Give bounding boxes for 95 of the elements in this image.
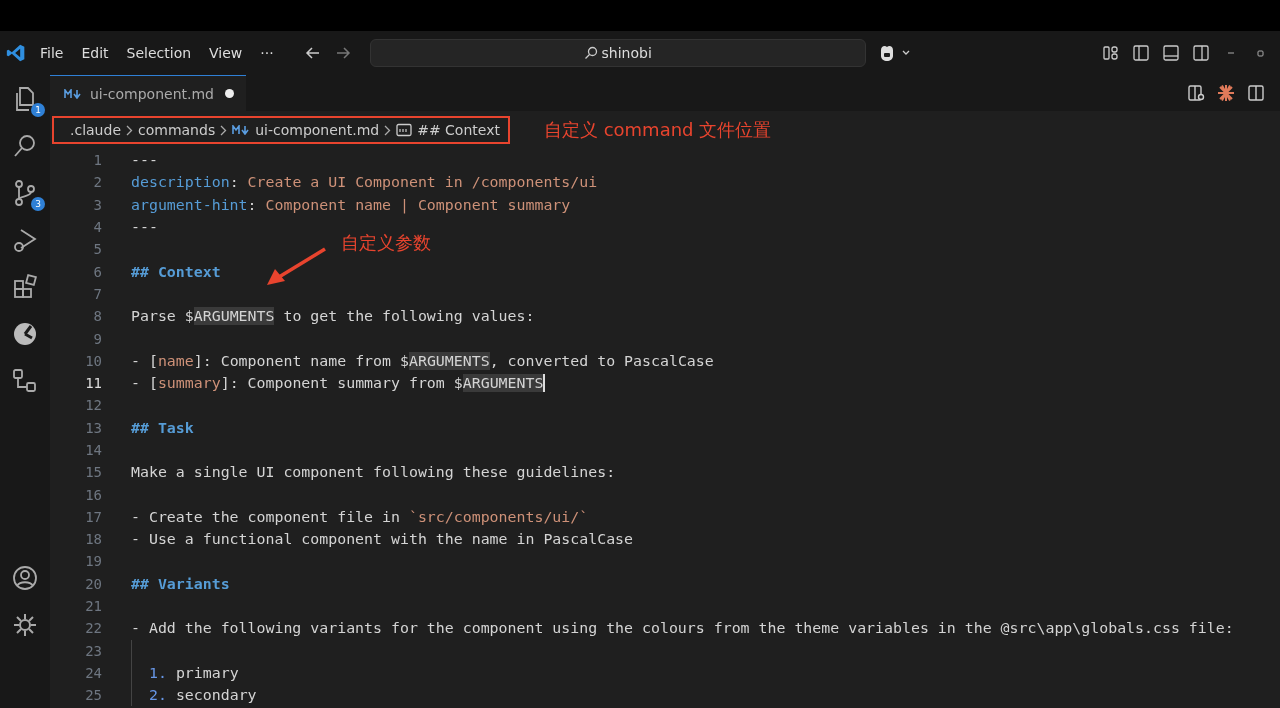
code-text: - Use a functional component with the name in PascalCase [131,530,634,549]
line-number: 17 [84,508,102,525]
code-text: : [247,195,258,214]
line-number: 1 [92,152,102,169]
code-text: : [229,173,240,192]
editor-logo-icon [6,43,26,63]
menu-item[interactable]: Selection [126,45,192,61]
split-editor-icon[interactable] [1246,83,1266,103]
code-text: , converted to PascalCase [489,351,714,370]
account-icon[interactable] [11,564,39,592]
count-badge: 1 [31,103,45,117]
menu-item[interactable]: View [209,45,243,61]
highlighted-word: ARGUMENTS [462,374,544,393]
menu-item[interactable]: Edit [81,45,109,61]
front-matter-value: Create a UI Component in /components/ui [247,173,598,192]
preview-icon[interactable] [1186,83,1206,103]
diagram-icon[interactable] [11,367,39,395]
extensions-icon[interactable] [11,273,39,301]
code-text: Parse $ [131,307,194,326]
code-text: ]: Component summary from $ [220,374,463,393]
settings-icon[interactable] [11,611,39,639]
code-text: - [ [131,351,158,370]
list-number: 1. [149,663,167,682]
markdown-heading: ## Variants [131,574,230,593]
line-number: 12 [84,397,102,414]
code-text: - [ [131,374,158,393]
layout-icon[interactable] [1102,44,1120,62]
front-matter-key: description [131,173,230,192]
sidebar-toggle-icon[interactable] [1132,44,1150,62]
link-label: name [157,351,194,370]
line-number: 3 [92,196,102,213]
run-debug-icon[interactable] [11,226,39,254]
search-field[interactable]: shinobi [369,39,866,67]
chevron-icon [384,124,392,136]
line-number: 11 [84,375,102,392]
markdown-heading: ## Task [131,418,194,437]
search-icon [583,46,598,60]
line-number: 6 [92,263,102,280]
count-badge: 3 [31,197,45,211]
markdown-icon [232,125,251,135]
split-panel-icon[interactable] [1192,44,1210,62]
line-number: 13 [84,419,102,436]
line-number: 9 [92,330,102,347]
text-cursor [543,374,545,393]
code-text: - Add the following variants for the component using the colours from the theme variables in the @src\app\globals.css file: [131,619,1234,638]
line-number: 23 [84,642,102,659]
editor-tab[interactable]: ui-component.md [50,75,246,111]
line-number: 4 [92,219,102,236]
code-text: --- [131,218,158,237]
panel-toggle-icon[interactable] [1162,44,1180,62]
line-number: 21 [84,598,102,615]
line-number: 20 [84,575,102,592]
highlighted-word: ARGUMENTS [408,351,490,370]
markdown-heading: ## Context [131,262,221,281]
highlighted-word: ARGUMENTS [193,307,275,326]
breadcrumb-item[interactable]: ui-component.md [255,122,380,138]
code-text: - Create the component file in [131,507,401,526]
line-number: 19 [84,553,102,570]
line-number: 2 [92,174,102,191]
code-text: secondary [174,686,257,705]
line-number: 25 [84,687,102,704]
line-number: 10 [84,352,102,369]
menu-item[interactable]: ··· [260,45,274,61]
chevron-icon [220,124,228,136]
code-text: to get the following values: [282,307,535,326]
list-number: 2. [149,686,167,705]
annotation-label: 自定义参数 [341,231,431,255]
line-number: 5 [92,241,102,258]
front-matter-key: argument-hint [131,195,248,214]
code-text: --- [131,151,158,170]
menu-item[interactable]: File [40,45,64,61]
sparkle-icon[interactable] [1216,83,1236,103]
breadcrumb-item[interactable]: commands [138,122,216,138]
breadcrumb-item[interactable]: .claude [70,122,121,138]
line-number: 14 [84,442,102,458]
chevron-icon [126,124,133,136]
line-number: 7 [92,285,102,302]
link-label: summary [157,374,221,393]
annotation-label: 自定义 command 文件位置 [543,118,772,142]
line-number: 18 [84,531,102,548]
code-text: primary [174,663,239,682]
inline-code: `src/components/ui/` [408,507,589,526]
line-number: 8 [92,308,102,325]
symbol-icon [396,123,413,137]
line-number: 16 [84,486,102,503]
code-text: Make a single UI component following these guidelines: [131,463,616,482]
pie-chart-icon[interactable] [11,320,39,348]
breadcrumb-item[interactable]: ## Context [417,122,500,138]
line-number: 24 [84,664,102,681]
front-matter-value: Component name | Component summary [265,195,571,214]
annotation-arrow [265,247,327,287]
code-text: ]: Component name from $ [193,351,409,370]
markdown-icon [64,88,82,99]
line-number: 15 [84,464,102,481]
line-number: 22 [84,620,102,637]
